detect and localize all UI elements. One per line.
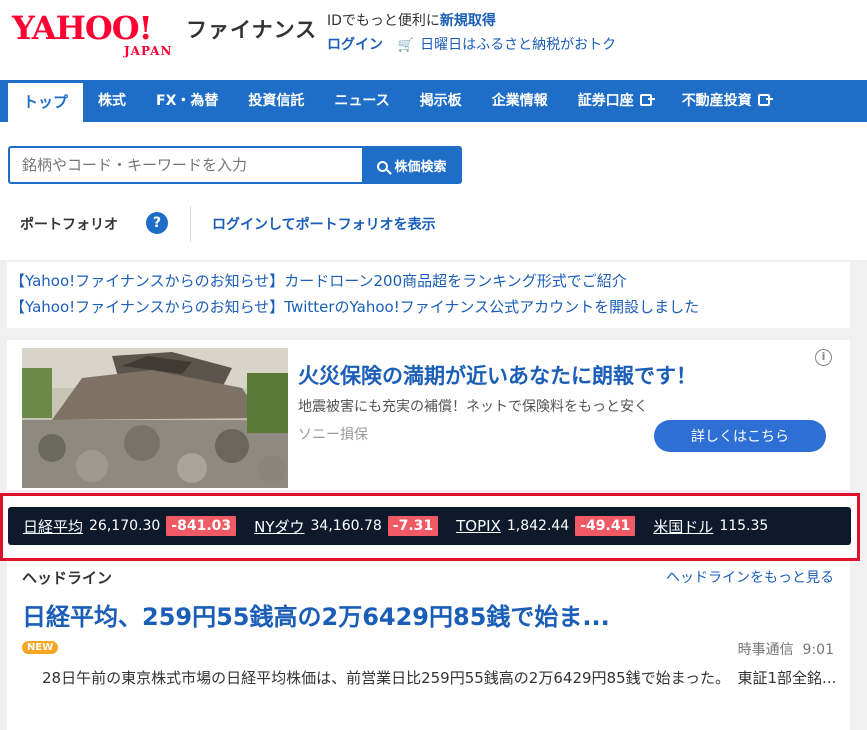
- ad-info-icon[interactable]: i: [815, 349, 832, 366]
- ad-banner[interactable]: 火災保険の満期が近いあなたに朗報です！ 地震被害にも充実の補償！ネットで保険料を…: [7, 340, 850, 490]
- headline-time: 9:01: [802, 642, 834, 658]
- notices: 【Yahoo!ファイナンスからのお知らせ】カードローン200商品超をランキング形…: [7, 262, 850, 328]
- page: YAHOO! JAPAN ファイナンス IDでもっと便利に新規取得 ログイン 🛒…: [0, 0, 867, 730]
- global-nav: トップ 株式 FX・為替 投資信託 ニュース 掲示板 企業情報 証券口座 不動産…: [0, 80, 867, 122]
- search-button-label: 株価検索: [394, 159, 447, 175]
- headline-title[interactable]: 日経平均、259円55銭高の2万6429円85銭で始ま...: [22, 597, 610, 632]
- ticker-highlight-frame: 日経平均 26,170.30 -841.03 NYダウ 34,160.78 -7…: [0, 493, 860, 561]
- nav-tab-brokerage[interactable]: 証券口座: [563, 80, 667, 122]
- ticker-change: -7.31: [387, 516, 439, 536]
- ticker-value: 34,160.78: [310, 518, 382, 534]
- ticker-name-nydow[interactable]: NYダウ: [254, 516, 304, 537]
- headline-body[interactable]: 28日午前の東京株式市場の日経平均株価は、前営業日比259円55銭高の2万642…: [22, 665, 842, 691]
- help-icon[interactable]: ?: [146, 212, 168, 234]
- ad-title[interactable]: 火災保険の満期が近いあなたに朗報です！: [298, 360, 697, 390]
- search-area: 株価検索 ポートフォリオ ? ログインしてポートフォリオを表示: [0, 122, 867, 260]
- id-text: IDでもっと便利に: [327, 13, 440, 29]
- id-promo-line: IDでもっと便利に新規取得: [327, 10, 496, 30]
- nav-tab-fx[interactable]: FX・為替: [141, 80, 233, 122]
- nav-tab-stocks[interactable]: 株式: [83, 80, 141, 122]
- login-link[interactable]: ログイン: [327, 37, 383, 53]
- headline-more-link[interactable]: ヘッドラインをもっと見る: [666, 567, 834, 587]
- site-header: YAHOO! JAPAN ファイナンス IDでもっと便利に新規取得 ログイン 🛒…: [0, 0, 867, 80]
- notice-link[interactable]: 【Yahoo!ファイナンスからのお知らせ】TwitterのYahoo!ファイナン…: [10, 294, 850, 320]
- nav-label: 投資信託: [248, 93, 305, 109]
- nav-tab-realestate[interactable]: 不動産投資: [667, 80, 785, 122]
- yahoo-japan-logo[interactable]: YAHOO! JAPAN: [12, 10, 184, 62]
- notice-link[interactable]: 【Yahoo!ファイナンスからのお知らせ】カードローン200商品超をランキング形…: [10, 268, 850, 294]
- logo-main: YAHOO!: [12, 9, 153, 47]
- nav-label: 株式: [98, 93, 127, 109]
- ticker-change: -49.41: [575, 516, 636, 536]
- collapsed-building-image: [22, 348, 288, 488]
- logo-sub: JAPAN: [124, 44, 173, 58]
- market-ticker: 日経平均 26,170.30 -841.03 NYダウ 34,160.78 -7…: [8, 507, 851, 545]
- ad-image[interactable]: [22, 348, 288, 488]
- nav-label: 企業情報: [491, 93, 548, 109]
- nav-label: 掲示板: [419, 93, 462, 109]
- new-badge: NEW: [22, 641, 59, 654]
- external-link-icon: [639, 94, 655, 106]
- ticker-change: -841.03: [166, 516, 237, 536]
- ticker-name-usd[interactable]: 米国ドル: [653, 516, 713, 537]
- furusato-promo-link[interactable]: 日曜日はふるさと納税がおトク: [420, 37, 616, 53]
- nav-tab-funds[interactable]: 投資信託: [233, 80, 319, 122]
- nav-tab-news[interactable]: ニュース: [319, 80, 404, 122]
- site-name[interactable]: ファイナンス: [186, 14, 317, 44]
- external-link-icon: [757, 94, 773, 106]
- portfolio-login-link[interactable]: ログインしてポートフォリオを表示: [212, 214, 436, 234]
- portfolio-label: ポートフォリオ: [20, 217, 118, 233]
- headline-meta: 時事通信 9:01: [738, 639, 834, 659]
- ticker-value: 26,170.30: [89, 518, 161, 534]
- nav-label: FX・為替: [156, 93, 219, 109]
- search-icon: [377, 160, 389, 172]
- ad-details-button[interactable]: 詳しくはこちら: [654, 420, 826, 452]
- ticker-name-topix[interactable]: TOPIX: [456, 517, 501, 535]
- ticker-value: 115.35: [719, 518, 769, 534]
- login-line: ログイン 🛒 日曜日はふるさと納税がおトク: [327, 34, 616, 54]
- ticker-name-nikkei[interactable]: 日経平均: [23, 516, 83, 537]
- nav-label: トップ: [23, 93, 69, 111]
- signup-link[interactable]: 新規取得: [440, 13, 496, 29]
- divider: [190, 206, 191, 242]
- cart-icon: 🛒: [397, 38, 414, 53]
- headline-label: ヘッドライン: [22, 569, 113, 587]
- nav-label: 証券口座: [577, 93, 634, 109]
- nav-label: ニュース: [334, 93, 390, 109]
- nav-tab-company[interactable]: 企業情報: [477, 80, 563, 122]
- ticker-value: 1,842.44: [506, 518, 570, 534]
- nav-tab-board[interactable]: 掲示板: [405, 80, 477, 122]
- ad-description: 地震被害にも充実の補償！ネットで保険料をもっと安く: [298, 399, 648, 415]
- headline-section: ヘッドライン ヘッドラインをもっと見る 日経平均、259円55銭高の2万6429…: [7, 561, 850, 730]
- search-input[interactable]: [8, 146, 362, 184]
- headline-source: 時事通信: [737, 642, 794, 658]
- ad-sponsor: ソニー損保: [298, 427, 368, 443]
- nav-label: 不動産投資: [681, 93, 752, 109]
- nav-tab-top[interactable]: トップ: [8, 80, 84, 122]
- stock-search-button[interactable]: 株価検索: [362, 146, 462, 184]
